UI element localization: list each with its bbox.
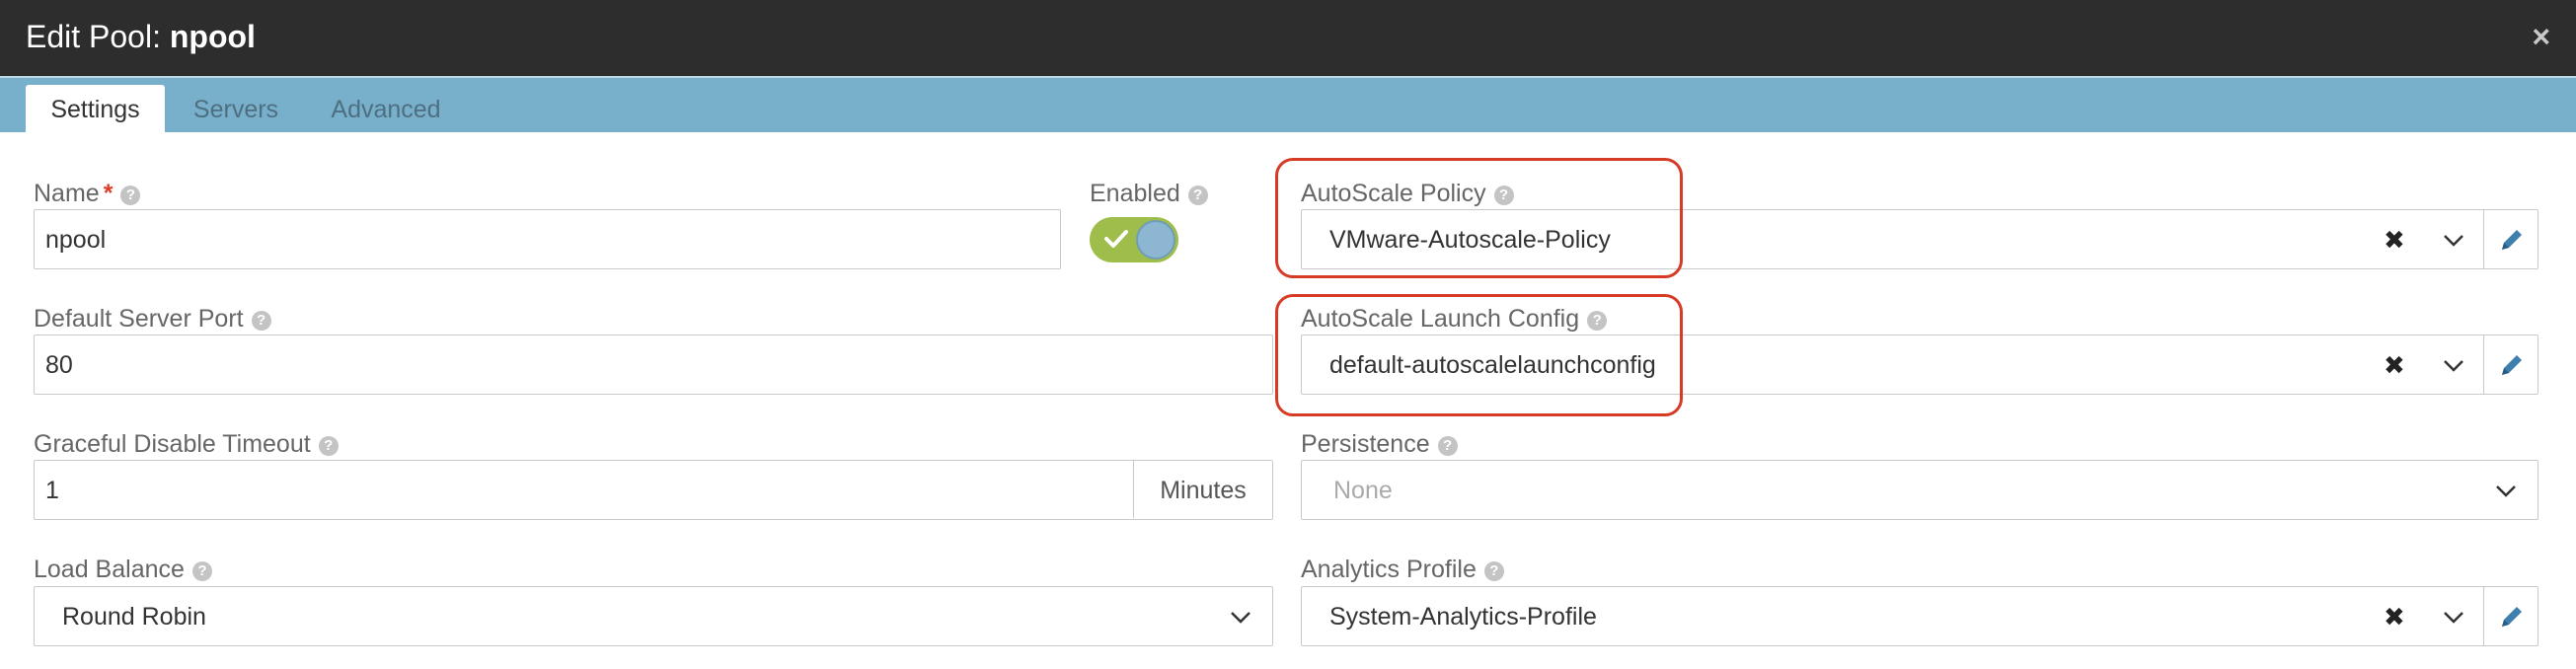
help-icon[interactable]: ?: [251, 311, 271, 331]
toggle-knob: [1136, 220, 1175, 260]
name-label: Name *?: [34, 179, 141, 208]
pencil-icon: [2502, 607, 2522, 627]
load-balance-label: Load Balance?: [34, 555, 212, 584]
analytics-profile-select[interactable]: System-Analytics-Profile ✖: [1301, 586, 2495, 646]
edit-analytics-profile-button[interactable]: [2483, 586, 2538, 646]
highlight-autoscale-launch-config: [1275, 294, 1683, 416]
load-balance-select[interactable]: Round Robin: [34, 586, 1273, 646]
load-balance-value: Round Robin: [62, 603, 206, 631]
default-server-port-label: Default Server Port?: [34, 304, 271, 334]
pencil-icon: [2502, 230, 2522, 250]
unit-addon: Minutes: [1133, 461, 1272, 518]
close-icon[interactable]: ×: [2532, 18, 2550, 55]
persistence-placeholder: None: [1333, 477, 1393, 504]
analytics-profile-value: System-Analytics-Profile: [1329, 603, 1597, 631]
graceful-disable-timeout-value: 1: [45, 477, 59, 504]
name-value: npool: [45, 226, 107, 254]
edit-autoscale-launch-config-button[interactable]: [2483, 334, 2538, 395]
chevron-down-icon[interactable]: [2495, 480, 2517, 501]
tab-settings[interactable]: Settings: [26, 85, 165, 134]
persistence-label: Persistence?: [1301, 429, 1458, 459]
persistence-select[interactable]: None: [1301, 460, 2538, 520]
help-icon[interactable]: ?: [318, 436, 339, 456]
help-icon[interactable]: ?: [1483, 561, 1504, 581]
tab-advanced[interactable]: Advanced: [318, 85, 454, 134]
graceful-disable-timeout-label: Graceful Disable Timeout?: [34, 429, 339, 459]
analytics-profile-label: Analytics Profile?: [1301, 555, 1504, 584]
clear-icon[interactable]: ✖: [2384, 225, 2405, 255]
help-icon[interactable]: ?: [120, 186, 141, 205]
chevron-down-icon[interactable]: [2443, 606, 2464, 628]
default-server-port-value: 80: [45, 351, 73, 379]
chevron-down-icon[interactable]: [1230, 606, 1251, 628]
help-icon[interactable]: ?: [1437, 436, 1458, 456]
clear-icon[interactable]: ✖: [2384, 602, 2405, 632]
clear-icon[interactable]: ✖: [2384, 350, 2405, 380]
dialog-titlebar: [0, 0, 2576, 76]
dialog-title-prefix: Edit Pool:: [26, 19, 170, 54]
help-icon[interactable]: ?: [191, 561, 212, 581]
tab-bar: Settings Servers Advanced: [0, 76, 2576, 134]
dialog-title-name: npool: [169, 19, 256, 54]
highlight-autoscale-policy: [1275, 158, 1683, 278]
name-field[interactable]: npool: [34, 209, 1061, 269]
enabled-toggle[interactable]: [1090, 217, 1178, 262]
graceful-disable-timeout-field[interactable]: 1 Minutes: [34, 460, 1273, 520]
chevron-down-icon[interactable]: [2443, 354, 2464, 376]
pencil-icon: [2502, 355, 2522, 375]
enabled-label: Enabled?: [1090, 179, 1208, 208]
tab-servers[interactable]: Servers: [178, 85, 294, 134]
edit-autoscale-policy-button[interactable]: [2483, 209, 2538, 269]
chevron-down-icon[interactable]: [2443, 229, 2464, 251]
help-icon[interactable]: ?: [1187, 186, 1208, 205]
dialog-title: Edit Pool: npool: [26, 17, 256, 56]
check-icon: [1104, 230, 1128, 248]
default-server-port-field[interactable]: 80: [34, 334, 1273, 395]
required-marker: *: [103, 180, 114, 207]
